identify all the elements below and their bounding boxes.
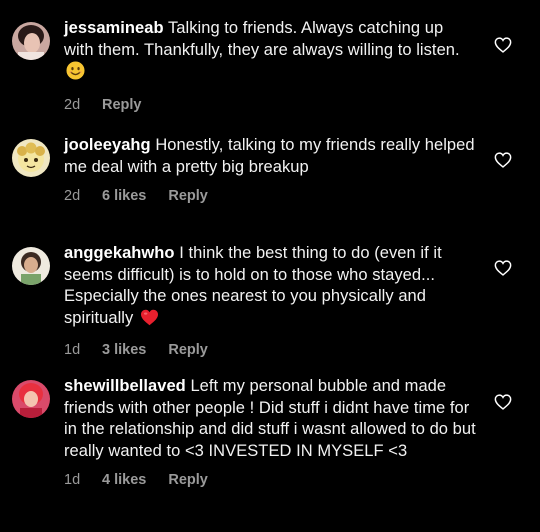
like-heart-icon[interactable] — [494, 152, 512, 168]
avatar[interactable] — [12, 139, 50, 177]
comment-body: shewillbellaved Left my personal bubble … — [64, 376, 476, 488]
comment-username[interactable]: shewillbellaved — [64, 377, 186, 395]
comment-age: 2d — [64, 188, 81, 204]
comment-meta: 2d Reply — [64, 97, 476, 113]
comment-meta: 1d 4 likes Reply — [64, 472, 476, 488]
avatar[interactable] — [12, 22, 50, 60]
likes-count[interactable]: 4 likes — [102, 472, 146, 488]
like-heart-icon[interactable] — [494, 394, 512, 410]
comment-age: 1d — [64, 342, 81, 358]
comment-text: jessamineab Talking to friends. Always c… — [64, 18, 476, 87]
comment-text: shewillbellaved Left my personal bubble … — [64, 376, 476, 462]
comment-text: jooleeyahg Honestly, talking to my frien… — [64, 135, 476, 178]
reply-button[interactable]: Reply — [168, 188, 208, 204]
comment-meta: 2d 6 likes Reply — [64, 188, 476, 204]
like-heart-icon[interactable] — [494, 260, 512, 276]
avatar-image — [12, 139, 50, 177]
likes-count[interactable]: 3 likes — [102, 342, 146, 358]
avatar-image — [12, 22, 50, 60]
avatar[interactable] — [12, 380, 50, 418]
avatar-image — [12, 380, 50, 418]
comment-age: 1d — [64, 472, 81, 488]
comment-body: jooleeyahg Honestly, talking to my frien… — [64, 135, 476, 204]
reply-button[interactable]: Reply — [168, 472, 208, 488]
comment-meta: 1d 3 likes Reply — [64, 342, 476, 358]
comment-body: anggekahwho I think the best thing to do… — [64, 243, 476, 358]
reply-button[interactable]: Reply — [102, 97, 142, 113]
likes-count[interactable]: 6 likes — [102, 188, 146, 204]
comment-username[interactable]: jessamineab — [64, 19, 164, 37]
red-heart-emoji-icon — [140, 309, 159, 333]
avatar[interactable] — [12, 247, 50, 285]
comment-body: jessamineab Talking to friends. Always c… — [64, 18, 476, 113]
comment-username[interactable]: anggekahwho — [64, 244, 175, 262]
like-heart-icon[interactable] — [494, 37, 512, 53]
reply-button[interactable]: Reply — [168, 342, 208, 358]
comment-age: 2d — [64, 96, 81, 113]
avatar-image — [12, 247, 50, 285]
comment-text: anggekahwho I think the best thing to do… — [64, 243, 476, 332]
comment-username[interactable]: jooleeyahg — [64, 136, 151, 154]
smiling-face-emoji-icon — [66, 61, 85, 87]
